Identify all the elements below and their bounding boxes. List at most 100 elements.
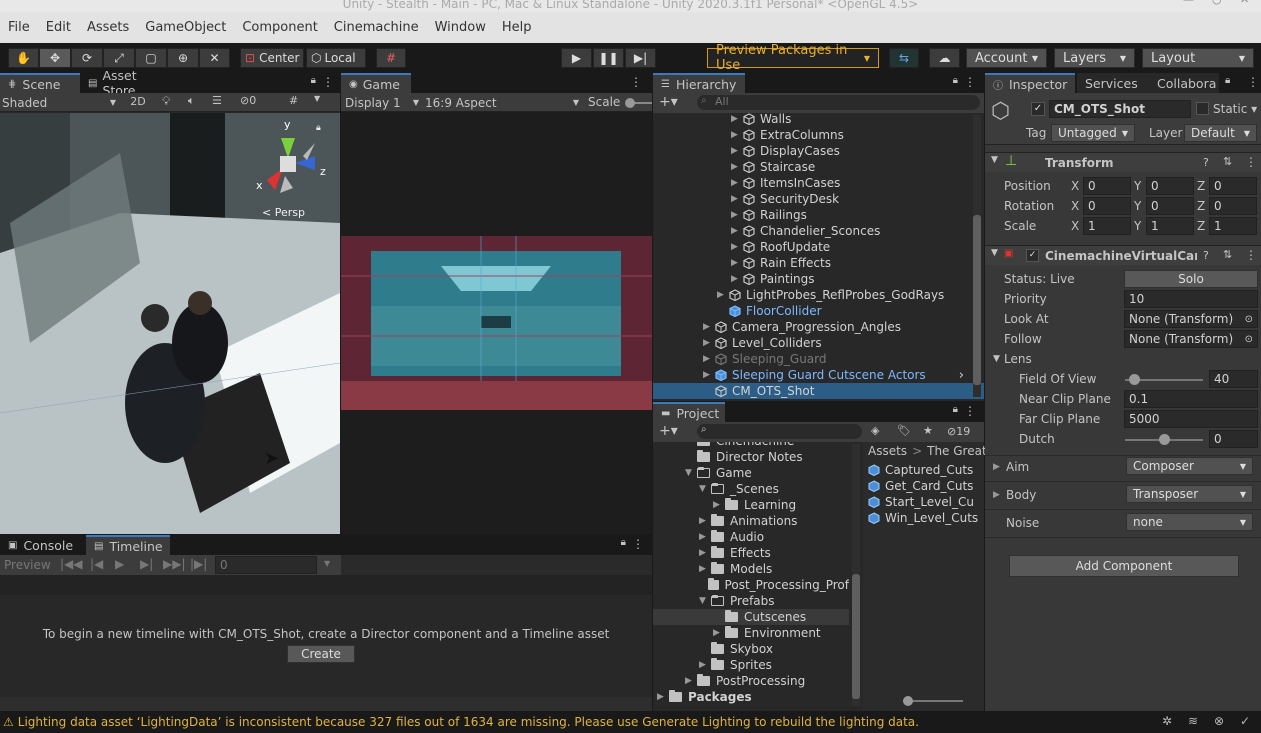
dutch-slider[interactable]: [1125, 434, 1203, 445]
layer-dropdown[interactable]: Default ▼: [1184, 124, 1257, 142]
axis-y-label[interactable]: Y: [1134, 219, 1141, 233]
transform-z-field[interactable]: 1: [1209, 217, 1257, 235]
mode-2d-toggle[interactable]: 2D: [127, 95, 149, 110]
pause-button[interactable]: ❚❚: [593, 48, 624, 68]
project-folder-item[interactable]: Skybox: [653, 641, 849, 657]
lens-foldout-arrow-icon[interactable]: ▼: [993, 354, 1000, 364]
check-circle-icon[interactable]: ✓: [1240, 714, 1250, 728]
expand-arrow-icon[interactable]: ▶: [731, 114, 743, 124]
axis-y-label[interactable]: Y: [1134, 199, 1141, 213]
add-icon[interactable]: +▾: [659, 94, 678, 110]
expand-arrow-icon[interactable]: ▶: [717, 290, 729, 300]
scale-tool-icon[interactable]: ⤢: [103, 48, 135, 68]
expand-arrow-icon[interactable]: ▶: [731, 242, 743, 252]
hierarchy-item[interactable]: ▶ ExtraColumns: [653, 127, 970, 143]
minimize-icon[interactable]: —: [1183, 0, 1194, 5]
lock-icon[interactable]: 🔒︎: [621, 537, 626, 548]
hierarchy-item[interactable]: ▶ Camera_Progression_Angles: [653, 319, 970, 335]
transform-y-field[interactable]: 1: [1146, 217, 1194, 235]
project-folder-item[interactable]: Director Notes: [653, 449, 849, 465]
transform-y-field[interactable]: 0: [1146, 177, 1194, 195]
expand-arrow-icon[interactable]: ▶: [731, 258, 743, 268]
tab-console[interactable]: ▣ Console: [0, 535, 86, 555]
move-tool-icon[interactable]: ✥: [39, 48, 71, 68]
project-folder-item[interactable]: Cutscenes: [653, 609, 849, 625]
expand-arrow-icon[interactable]: ▶: [713, 500, 725, 510]
play-range-icon[interactable]: |▶|: [190, 557, 207, 571]
lock-icon[interactable]: 🔒︎: [953, 404, 958, 415]
aspect-dropdown[interactable]: 16:9 Aspect ▼: [425, 93, 579, 112]
scene-viewport[interactable]: y z x < Persp 🔒︎ ➤: [0, 113, 340, 534]
pivot-local-button[interactable]: ⬡ Local: [306, 48, 366, 68]
hierarchy-item[interactable]: ▶ DisplayCases: [653, 143, 970, 159]
static-dropdown[interactable]: Static ▾: [1213, 102, 1257, 116]
gizmos-chevron-icon[interactable]: ▼: [314, 94, 320, 103]
hidden-objects-icon[interactable]: ⊘0: [240, 94, 256, 107]
hierarchy-item[interactable]: ▶ Staircase: [653, 159, 970, 175]
hierarchy-item[interactable]: ▶ Level_Colliders: [653, 335, 970, 351]
project-folder-item[interactable]: ▼ _Scenes: [653, 481, 849, 497]
panel-menu-icon[interactable]: ⋮: [630, 75, 642, 89]
effects-toggle-icon[interactable]: ☰: [212, 94, 222, 107]
expand-arrow-icon[interactable]: ▶: [703, 338, 715, 348]
favorite-star-icon[interactable]: ★: [923, 424, 933, 437]
maximize-icon[interactable]: ○: [1212, 0, 1222, 5]
account-dropdown[interactable]: Account ▼: [966, 48, 1047, 68]
component-menu-icon[interactable]: ⋮: [1245, 155, 1257, 169]
project-folder-item[interactable]: ▶ Learning: [653, 497, 849, 513]
axis-x-label[interactable]: X: [1071, 199, 1079, 213]
hand-tool-icon[interactable]: ✋: [8, 48, 39, 68]
transform-z-field[interactable]: 0: [1209, 177, 1257, 195]
expand-arrow-icon[interactable]: ▶: [731, 130, 743, 140]
project-folder-item[interactable]: ▶ Effects: [653, 545, 849, 561]
expand-arrow-icon[interactable]: ▶: [685, 676, 697, 686]
project-folder-item[interactable]: Post_Processing_Prof: [653, 577, 849, 593]
noise-dropdown[interactable]: none ▼: [1126, 513, 1253, 531]
hidden-packages-icon[interactable]: ⊘19: [947, 425, 970, 438]
layout-dropdown[interactable]: Layout ▼: [1142, 48, 1254, 68]
lock-icon[interactable]: 🔒︎: [953, 75, 958, 86]
fov-field[interactable]: 40: [1209, 370, 1258, 388]
breadcrumb-folder[interactable]: The Great: [927, 444, 987, 458]
go-to-end-icon[interactable]: ▶▶|: [163, 557, 186, 571]
asset-item[interactable]: Get_Card_Cuts: [868, 478, 984, 494]
project-folder-item[interactable]: ▶ Audio: [653, 529, 849, 545]
expand-arrow-icon[interactable]: ▶: [703, 370, 715, 380]
gizmo-persp-label[interactable]: < Persp: [262, 206, 305, 219]
tab-timeline[interactable]: ▤ Timeline: [86, 535, 170, 555]
hierarchy-scrollbar[interactable]: [973, 115, 981, 397]
expand-arrow-icon[interactable]: ▶: [731, 178, 743, 188]
network-icon[interactable]: ⊗: [1214, 714, 1224, 728]
frame-field[interactable]: 0: [215, 556, 317, 574]
menu-item-assets[interactable]: Assets: [79, 12, 137, 43]
project-folder-item[interactable]: ▶ Packages: [653, 689, 849, 705]
status-message[interactable]: Lighting data asset ‘LightingData’ is in…: [18, 715, 919, 729]
far-clip-field[interactable]: 5000: [1124, 410, 1258, 428]
hierarchy-search-input[interactable]: ⌕ All: [697, 95, 980, 110]
aim-dropdown[interactable]: Composer ▼: [1126, 457, 1253, 475]
next-frame-icon[interactable]: ▶|: [140, 557, 153, 571]
tab-hierarchy[interactable]: ☰ Hierarchy: [653, 73, 745, 93]
menu-item-edit[interactable]: Edit: [38, 12, 79, 43]
expand-arrow-icon[interactable]: ▶: [713, 628, 725, 638]
expand-arrow-icon[interactable]: ▶: [657, 692, 669, 702]
hierarchy-item[interactable]: ▶ Sleeping_Guard: [653, 351, 970, 367]
preset-icon[interactable]: ⇅: [1223, 248, 1232, 261]
menu-item-help[interactable]: Help: [494, 12, 540, 43]
expand-arrow-icon[interactable]: ▶: [699, 516, 711, 526]
axis-y-label[interactable]: Y: [1134, 179, 1141, 193]
project-tree-scrollbar[interactable]: [852, 444, 860, 706]
preset-icon[interactable]: ⇅: [1223, 155, 1232, 168]
follow-field[interactable]: None (Transform) ⊙: [1124, 330, 1258, 348]
vcam-header[interactable]: ▼ ▣ ✓ CinemachineVirtualCamer ? ⇅ ⋮: [985, 245, 1261, 265]
filter-type-icon[interactable]: ◈: [871, 424, 879, 437]
transform-x-field[interactable]: 1: [1083, 217, 1131, 235]
expand-arrow-icon[interactable]: ▶: [703, 354, 715, 364]
collapse-arrow-icon[interactable]: ▼: [991, 155, 998, 165]
tab-game[interactable]: ◉ Game: [341, 73, 411, 93]
priority-field[interactable]: 10: [1124, 290, 1258, 308]
collapse-arrow-icon[interactable]: ▼: [991, 248, 998, 258]
project-folder-item[interactable]: ▶ PostProcessing: [653, 673, 849, 689]
expand-arrow-icon[interactable]: ▶: [731, 162, 743, 172]
audio-toggle-icon[interactable]: 🔈︎: [188, 94, 195, 108]
